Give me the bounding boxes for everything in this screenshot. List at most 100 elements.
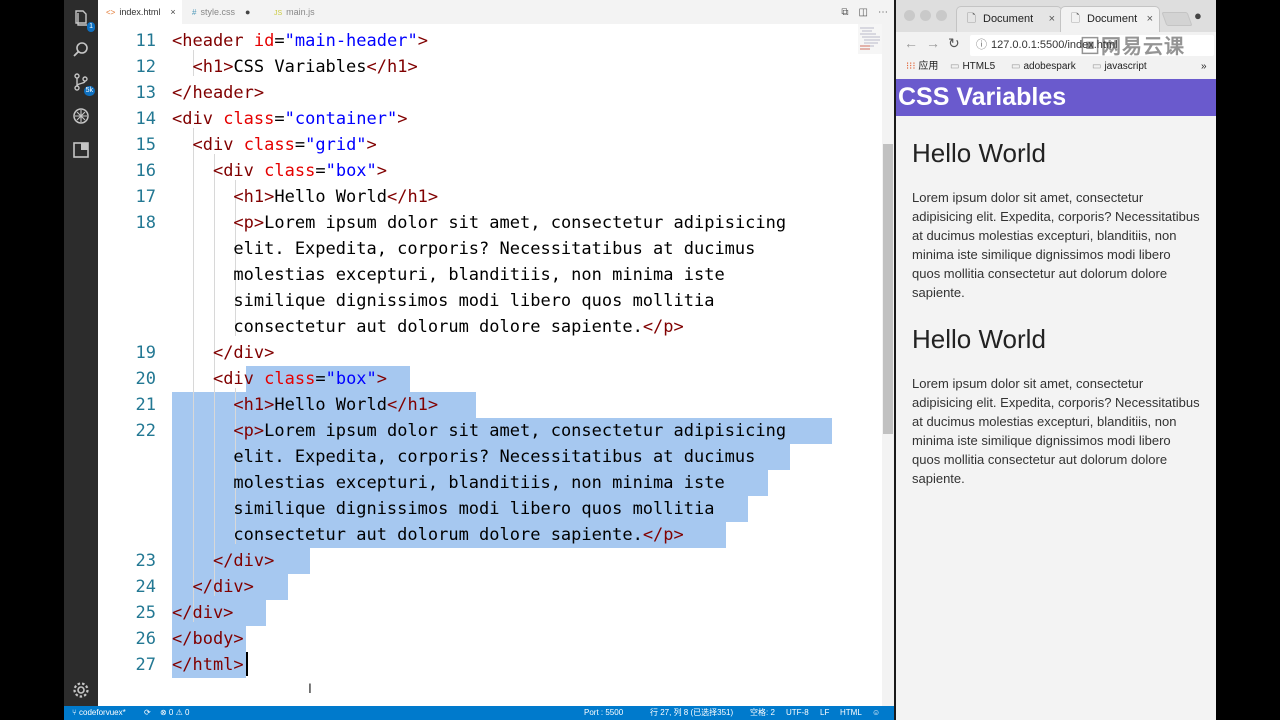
- branch-name: codeforvuex*: [79, 708, 126, 717]
- line-number: 16: [135, 161, 156, 181]
- code-line: <h1>CSS Variables</h1>: [192, 57, 418, 77]
- split-editor-icon[interactable]: ◫: [859, 7, 868, 18]
- code-line: </div>: [172, 603, 234, 623]
- open-changes-icon[interactable]: ⧉: [841, 7, 848, 18]
- box-paragraph: Lorem ipsum dolor sit amet, consectetur …: [912, 376, 1200, 486]
- cursor-position[interactable]: 行 27, 列 8 (已选择351): [650, 706, 733, 720]
- code-line: <div class="box">: [212, 161, 388, 181]
- close-window-button[interactable]: [904, 10, 915, 21]
- bookmark-adobespark[interactable]: ▭ adobespark: [1011, 58, 1076, 76]
- files-explorer-icon[interactable]: 1: [71, 8, 95, 32]
- page-title: CSS Variables: [898, 83, 1067, 111]
- line-number: 26: [135, 629, 156, 649]
- folder-icon: ▭: [1011, 61, 1021, 72]
- settings-gear-icon[interactable]: [71, 680, 91, 700]
- close-icon[interactable]: ×: [170, 7, 175, 17]
- line-number: 11: [135, 31, 156, 51]
- sync-icon[interactable]: ⟳: [144, 706, 151, 720]
- editor-tab-bar: <> index.html × # style.css ● JS main.js ⧉ ◫ …: [98, 0, 894, 24]
- maximize-window-button[interactable]: [936, 10, 947, 21]
- minimap[interactable]: [858, 24, 882, 54]
- line-number: 25: [135, 603, 156, 623]
- code-line: </body>: [172, 629, 244, 649]
- chrome-window: 🗋 Document × 🗋 Document × ● ← → ↻ ⓘ 127.0…: [896, 0, 1216, 720]
- close-icon[interactable]: ×: [1049, 7, 1055, 31]
- encoding[interactable]: UTF-8: [786, 706, 809, 720]
- code-line: <p>Lorem ipsum dolor sit amet, consectet…: [233, 213, 787, 233]
- code-line: similique dignissimos modi libero quos m…: [172, 499, 715, 519]
- folder-icon: ▭: [1092, 61, 1102, 72]
- code-line: </div>: [212, 343, 275, 363]
- bookmark-html5[interactable]: ▭ HTML5: [950, 58, 995, 76]
- html-file-icon: <>: [106, 8, 116, 17]
- source-control-icon[interactable]: 5k: [71, 72, 95, 96]
- more-actions-icon[interactable]: ⋯: [878, 7, 888, 18]
- reload-icon[interactable]: ↻: [948, 35, 960, 52]
- back-arrow-icon[interactable]: ←: [904, 35, 918, 51]
- code-line: <div class="grid">: [192, 135, 377, 155]
- scrollbar-thumb[interactable]: [883, 144, 893, 434]
- branch-indicator[interactable]: ⑂ codeforvuex*: [72, 706, 126, 720]
- watermark-logo: ▣网易云课: [1080, 36, 1185, 58]
- line-number: 17: [135, 187, 156, 207]
- line-number: 21: [135, 395, 156, 415]
- browser-tab-1[interactable]: 🗋 Document ×: [956, 6, 1062, 32]
- explorer-badge: 1: [87, 22, 95, 32]
- tab-index-html[interactable]: <> index.html ×: [98, 0, 182, 24]
- vertical-scrollbar[interactable]: [882, 24, 894, 706]
- extensions-icon[interactable]: [71, 140, 91, 160]
- profile-icon[interactable]: ●: [1194, 8, 1202, 23]
- line-number: 12: [135, 57, 156, 77]
- unsaved-dot-icon[interactable]: ●: [245, 7, 250, 17]
- main-header: CSS Variables: [896, 79, 1216, 116]
- problems-indicator[interactable]: ⊗ 0 ⚠ 0: [160, 706, 189, 720]
- line-number: 20: [135, 369, 156, 389]
- tab-label: main.js: [286, 7, 315, 17]
- line-number: 22: [135, 421, 156, 441]
- code-line: <h1>Hello World</h1>: [233, 187, 439, 207]
- code-line: molestias excepturi, blanditiis, non min…: [172, 265, 725, 285]
- line-number: 24: [135, 577, 156, 597]
- new-tab-button[interactable]: [1161, 12, 1193, 26]
- code-line: consectetur aut dolorum dolore sapiente.…: [172, 525, 684, 545]
- minimize-window-button[interactable]: [920, 10, 931, 21]
- bookmark-javascript[interactable]: ▭ javascript: [1092, 58, 1147, 76]
- css-file-icon: #: [192, 8, 197, 17]
- content-box: Hello World Lorem ipsum dolor sit amet, …: [896, 138, 1216, 302]
- code-line: elit. Expedita, corporis? Necessitatibus…: [172, 447, 756, 467]
- web-page: CSS Variables Hello World Lorem ipsum do…: [896, 79, 1216, 720]
- editor-actions: ⧉ ◫ ⋯: [841, 0, 888, 24]
- tab-main-js[interactable]: JS main.js: [266, 0, 342, 24]
- line-number: 14: [135, 109, 156, 129]
- language-mode[interactable]: HTML: [840, 706, 862, 720]
- code-editor[interactable]: 11 <header id="main-header"> 12 <h1>CSS Va…: [98, 24, 894, 706]
- document-icon: 🗋: [1071, 13, 1080, 25]
- box-heading: Hello World: [912, 324, 1046, 354]
- feedback-smiley-icon[interactable]: ☺: [872, 706, 880, 720]
- bookmarks-more-icon[interactable]: »: [1201, 58, 1207, 76]
- debug-icon[interactable]: [71, 106, 91, 126]
- box-paragraph: Lorem ipsum dolor sit amet, consectetur …: [912, 190, 1200, 300]
- folder-icon: ▭: [950, 61, 960, 72]
- tab-style-css[interactable]: # style.css ●: [184, 0, 264, 24]
- live-server-port[interactable]: Port : 5500: [584, 706, 623, 720]
- text-cursor: [246, 652, 248, 676]
- line-number: 23: [135, 551, 156, 571]
- js-file-icon: JS: [274, 10, 283, 17]
- left-letterbox-fill: [0, 0, 64, 720]
- indentation[interactable]: 空格: 2: [750, 706, 775, 720]
- bookmark-apps[interactable]: ⁝⁝⁝ 应用: [906, 58, 938, 76]
- source-control-badge: 5k: [83, 86, 95, 96]
- forward-arrow-icon[interactable]: →: [926, 35, 940, 51]
- browser-tab-2[interactable]: 🗋 Document ×: [1060, 6, 1160, 32]
- code-line: consectetur aut dolorum dolore sapiente.…: [172, 317, 684, 337]
- code-line: molestias excepturi, blanditiis, non min…: [172, 473, 725, 493]
- code-line: <p>Lorem ipsum dolor sit amet, consectet…: [233, 421, 787, 441]
- search-icon[interactable]: [71, 40, 91, 60]
- content-box: Hello World Lorem ipsum dolor sit amet, …: [896, 324, 1216, 488]
- code-line: similique dignissimos modi libero quos m…: [172, 291, 715, 311]
- bookmarks-bar: ⁝⁝⁝ 应用 ▭ HTML5 ▭ adobespark ▭ javascript »: [896, 58, 1216, 78]
- info-icon[interactable]: ⓘ: [976, 39, 987, 51]
- close-icon[interactable]: ×: [1147, 7, 1153, 31]
- line-ending[interactable]: LF: [820, 706, 829, 720]
